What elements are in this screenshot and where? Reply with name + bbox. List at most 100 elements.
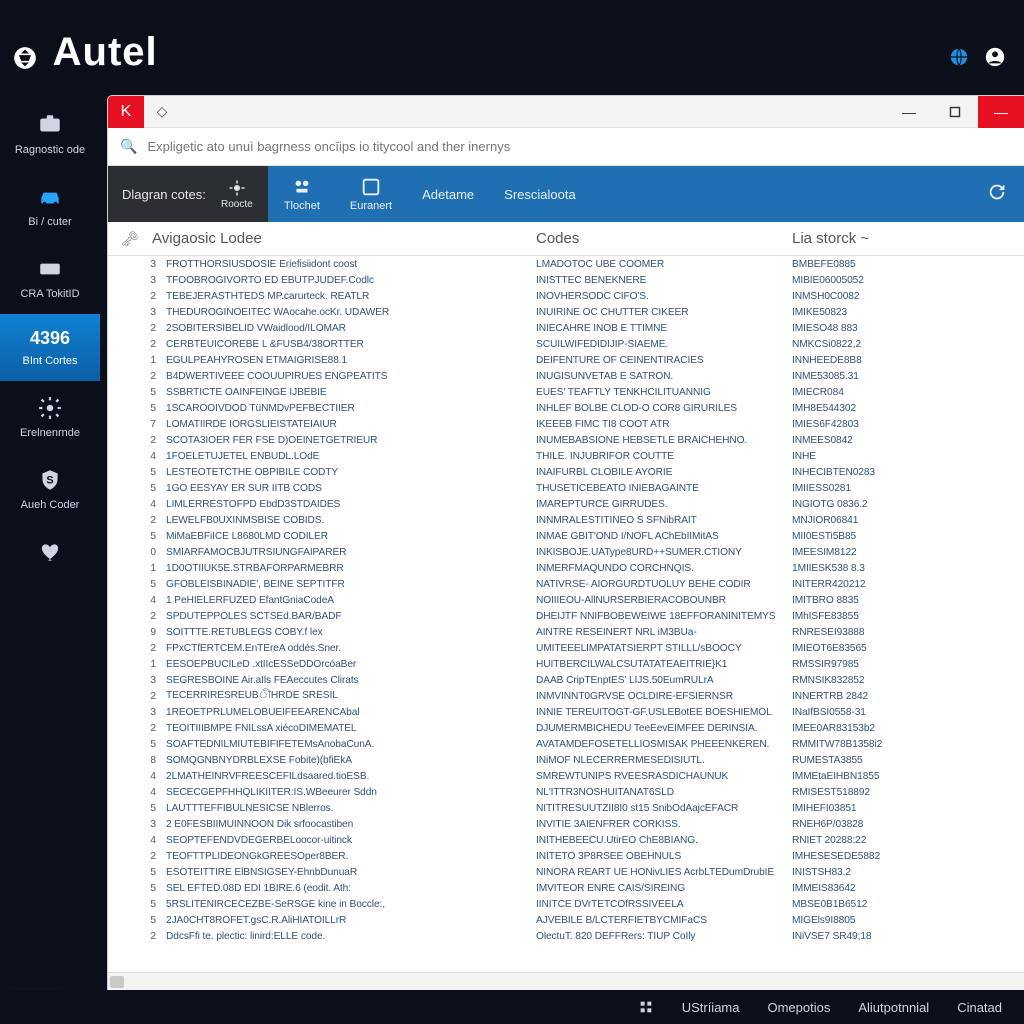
table-row[interactable]: 41FOELETUJETEL ENBUDL.LOdETHILE. INJUBRI… [108,448,1024,464]
table-row[interactable]: 2SPDUTEPPOLES SCTSEd.BAR/BADFDHEIJTF NNI… [108,608,1024,624]
table-row[interactable]: 2FPxCTfERTCEM.EnTEreA oddés.Sner.UMITEEE… [108,640,1024,656]
col-header-codes[interactable]: Codes [536,230,792,247]
maximize-button[interactable] [932,96,978,128]
table-row[interactable]: 51SCAROOIVDOD TüNMDvPEFBECTIIERINHLEF BO… [108,400,1024,416]
horizontal-scrollbar[interactable] [108,972,1024,990]
status-item[interactable]: Aliutpotnnial [858,1000,929,1015]
row-code: IMVITEOR ENRE CAIS/SIREING [536,883,792,894]
row-ref: MII0ESTi5B85 [792,531,1024,542]
toolbar-refresh-button[interactable] [986,181,1008,208]
globe-icon[interactable] [948,46,970,68]
table-row[interactable]: 7LOMATIIRDE IORGSLIEISTATEIAIURIKEEEB FI… [108,416,1024,432]
key-icon: 🗝 [120,230,139,248]
table-row[interactable]: 52JA0CHT8ROFET.gsC.R.AliHIATOILLrRAJVEBI… [108,912,1024,928]
search-icon: 🔍 [120,138,137,155]
status-item[interactable]: Cinatad [957,1000,1002,1015]
table-row[interactable]: 4SEOPTEFENDVDEGERBELoocor-uitinckINITHEB… [108,832,1024,848]
table-row[interactable]: 2TEBEJERASTHTEDS MP.carurteck. REATLRINO… [108,288,1024,304]
table-row[interactable]: 55RSLITENIRCECEZBE-SeRSGE kine in Boccle… [108,896,1024,912]
brand-logo: Autel [12,30,158,75]
row-code: IINITCE DVrTETCOfRSSIVEELA [536,899,792,910]
sidebar-item-favorite[interactable] [0,525,100,579]
row-num: 8 [138,755,156,766]
row-num: 2 [138,323,156,334]
sidebar-item-codes[interactable]: 4396 BInt Cortes [0,314,100,381]
row-code: THUSETICEBEATO INIEBAGAINTE [536,483,792,494]
col-header-stock[interactable]: Lia storck ~ [792,230,1024,247]
row-num: 4 [138,451,156,462]
table-row[interactable]: 3THEDUROGINOEITEC WAocahe.ocKr. UDAWERIN… [108,304,1024,320]
table-row[interactable]: 1EESOEPBUCILeD .xtIIcESSeDDOrcóaBerHUITB… [108,656,1024,672]
row-num: 0 [138,547,156,558]
row-num: 1 [138,355,156,366]
table-row[interactable]: 2SCOTA3IOER FER FSE D)OEINETGETRIEURINUM… [108,432,1024,448]
row-ref: MIGEls9I8805 [792,915,1024,926]
table-row[interactable]: 2DdcsFfi te. plectic: linird:ELLE code.O… [108,928,1024,944]
table-row[interactable]: 4SECECGEPFHHQLIKIITER:IS.WBeeurer SddnNL… [108,784,1024,800]
table-row[interactable]: 5LESTEOTETCTHE OBPIBILE CODTYINAIFURBL C… [108,464,1024,480]
table-row[interactable]: 11D0OTIIUK5E.STRBAFORPARMEBRRINMERFMAQUN… [108,560,1024,576]
table-row[interactable]: 2TEOFTTPLIDEONGkGREESOper8BER.INITETO 3P… [108,848,1024,864]
table-row[interactable]: 5LAUTTTEFFIBULNESICSE NBlerros.NITITRESU… [108,800,1024,816]
toolbar: Dlagran cotes: Roocte Tlochet Euranert A… [108,166,1024,222]
row-ref: RNRESEI93888 [792,627,1024,638]
table-row[interactable]: 2B4DWERTIVEEE COOUUPIRUES ENGPEATITSINUG… [108,368,1024,384]
table-row[interactable]: 2LEWELFB0UXINMSBISE COBIDS.INNMRALESTITI… [108,512,1024,528]
toolbar-toolset-button[interactable]: Tlochet [284,176,320,212]
table-row[interactable]: 5SEL EFTED.08D EDI 1BIRE.6 (eodit. Ath:I… [108,880,1024,896]
row-ref: IMIKE50823 [792,307,1024,318]
table-row[interactable]: 9SOITTTE.RETUBLEGS COBY.f lexAINTRE RESE… [108,624,1024,640]
table-row[interactable]: 5SOAFTEDNILMIUTEBIFIFETEMsAnobaCunA.AVAT… [108,736,1024,752]
status-item[interactable]: Omepotios [767,1000,830,1015]
toolbar-link-adetame[interactable]: Adetame [422,187,474,202]
sidebar-item-keyboard[interactable]: CRA TokitID [0,242,100,314]
toolbar-link-special[interactable]: Srescialoota [504,187,576,202]
table-row[interactable]: 3FROTTHORSIUSDOSIE Eriefisiidont coostLM… [108,256,1024,272]
row-desc: CERBTEUICOREBE L &FUSB4/38ORTTER [156,339,536,350]
toolbar-element-button[interactable]: Euranert [350,176,392,212]
table-row[interactable]: 42LMATHEINRVFREESCEFILdsaared.tioESB.SMR… [108,768,1024,784]
table-row[interactable]: 1EGULPEAHYROSEN ETMAIGRISE88.1DEIFENTURE… [108,352,1024,368]
table-row[interactable]: 5GFOBLEISBINADIÉ', BEINE SEPTITFRNATIVRS… [108,576,1024,592]
row-desc: ESOTEITTIRE ElBNSIGSEY-EhnbDunuaR [156,867,536,878]
table-row[interactable]: 22SOBITERSIBELID VWaidlood/ILOMARINIECAH… [108,320,1024,336]
user-badge-icon[interactable] [984,46,1006,68]
table-row[interactable]: 3SEGRESBOINE Air.aIls FEAeccutes Clirats… [108,672,1024,688]
table-row[interactable]: 2TECERRIRESREUBীHRDE SRESILINMVINNT0GRVS… [108,688,1024,704]
sidebar-item-settings[interactable]: Erelnenrnde [0,381,100,453]
table-row[interactable]: 51GO EESYAY ER SUR IITB CODSTHUSETICEBEA… [108,480,1024,496]
table-row[interactable]: 8SOMQGNBNYDRBLEXSE Fobite)(bfiEkAINiMOF … [108,752,1024,768]
table-row[interactable]: 41 PeHIELERFUZED EfantGniaCodeANOIIIÉOU-… [108,592,1024,608]
table-row[interactable]: 0SMIARFAMOCBJUTRSIUNGFAIPARERINKISBOJE.U… [108,544,1024,560]
col-header-desc[interactable]: Avigaosic Lodee [152,230,536,247]
row-num: 1 [138,563,156,574]
table-row[interactable]: 32 E0FESBIIMUINNOON Dik srfoocastibenINV… [108,816,1024,832]
window-tab-badge[interactable]: K [108,96,144,128]
table-row[interactable]: 5SSBRTICTE OAINFEINGE IJBEBIEEUES' TEAFT… [108,384,1024,400]
sidebar-item-coder[interactable]: S Aueh Coder [0,453,100,525]
row-desc: EGULPEAHYROSEN ETMAIGRISE88.1 [156,355,536,366]
new-tab-icon[interactable]: ◇ [144,96,180,128]
scrollbar-thumb[interactable] [110,976,124,988]
table-row[interactable]: 2CERBTEUICOREBE L &FUSB4/38ORTTERSCUILWI… [108,336,1024,352]
sidebar-item-vehicle[interactable]: Bi / cuter [0,170,100,242]
row-ref: IMhISFE83855 [792,611,1024,622]
table-row[interactable]: 2TEOITIIIBMPE FNILssA xiécoDIMEMATELDJUM… [108,720,1024,736]
sidebar-item-label: CRA TokitID [20,288,79,300]
row-desc: DdcsFfi te. plectic: linird:ELLE code. [156,931,536,942]
status-grid-icon[interactable] [638,999,654,1015]
search-input[interactable] [147,139,1012,154]
table-row[interactable]: 4LIMLERRESTOFPD EbdD3STDÀIDESIMAREPTURCE… [108,496,1024,512]
row-desc: TECERRIRESREUBীHRDE SRESIL [156,688,536,705]
close-button[interactable]: — [978,96,1024,128]
table-row[interactable]: 5ESOTEITTIRE ElBNSIGSEY-EhnbDunuaRNINORA… [108,864,1024,880]
status-item[interactable]: UStríiama [682,1000,740,1015]
table-row[interactable]: 3TFOOBROGIVORTO ED EBUTPJUDEF.CodlcINIST… [108,272,1024,288]
table-row[interactable]: 5MiMaEBFiICÉ L8680LMD CODILERINMAE GBIT'… [108,528,1024,544]
toolbar-route-button[interactable]: Roocte [220,179,254,210]
row-code: IMAREPTURCE GIRRUDES. [536,499,792,510]
minimize-button[interactable]: — [886,96,932,128]
row-code: AJVEBILE B/LCTERFIETBYCMIFaCS [536,915,792,926]
sidebar-item-diagnostic[interactable]: Ragnostic ode [0,98,100,170]
table-row[interactable]: 31REOETPRLUMELOBUEIFEEARENCAbalINNIE TER… [108,704,1024,720]
